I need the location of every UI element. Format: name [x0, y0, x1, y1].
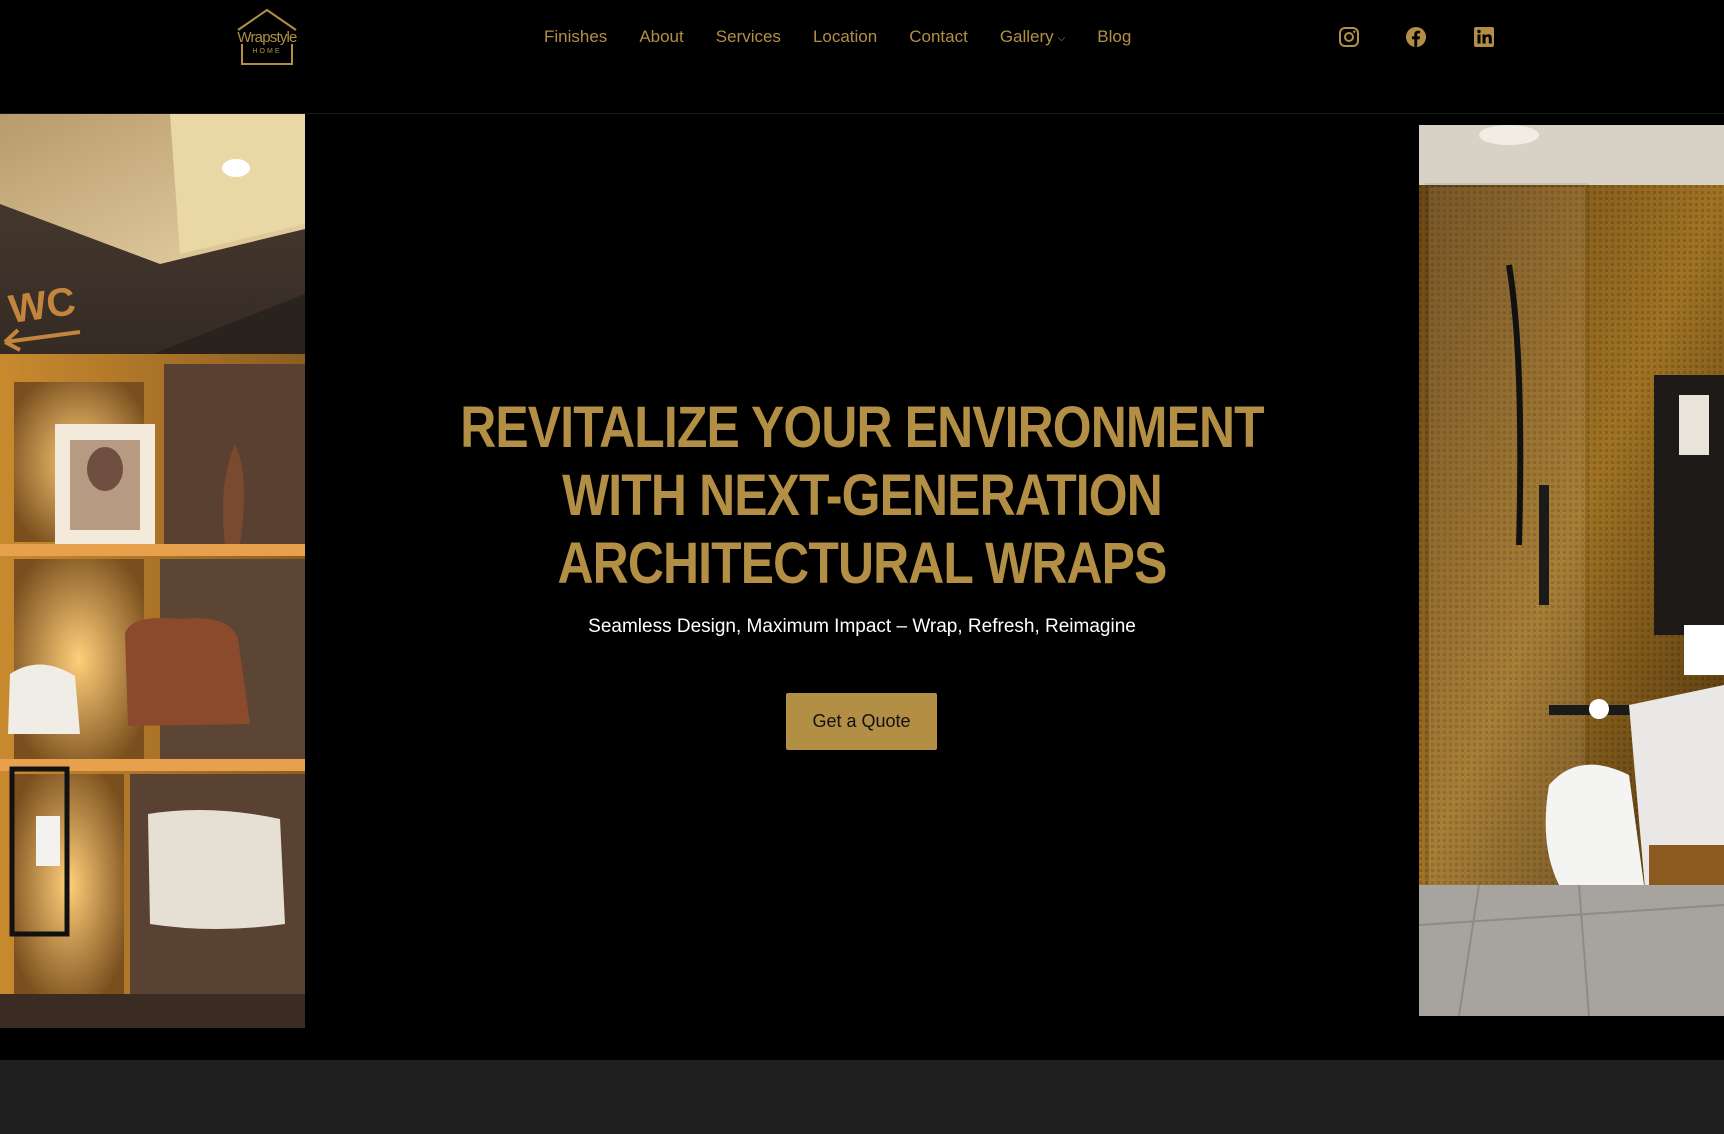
facebook-icon[interactable] — [1404, 25, 1428, 49]
next-section-band — [0, 1060, 1724, 1134]
hero-subtitle: Seamless Design, Maximum Impact – Wrap, … — [588, 616, 1136, 637]
hero-title: REVITALIZE YOUR ENVIRONMENT WITH NEXT-GE… — [458, 394, 1266, 598]
logo-wordmark: Wrapstyle — [237, 29, 297, 46]
hero-image-left: WC — [0, 114, 305, 1028]
hero-title-line1: REVITALIZE YOUR ENVIRONMENT — [460, 395, 1264, 460]
nav-gallery-label: Gallery — [999, 27, 1054, 46]
linkedin-icon[interactable] — [1472, 25, 1496, 49]
nav-location[interactable]: Location — [813, 27, 877, 47]
hero-image-right — [1419, 125, 1724, 1016]
nav-finishes[interactable]: Finishes — [544, 27, 607, 47]
nav-blog[interactable]: Blog — [1097, 27, 1131, 47]
chevron-down-icon: ⌵ — [1057, 33, 1066, 44]
nav-about[interactable]: About — [639, 27, 683, 47]
nav-services[interactable]: Services — [716, 27, 781, 47]
nav-gallery[interactable]: Gallery ⌵ — [1000, 27, 1065, 47]
hero-section: WC REVITALIZE YOUR ENVIRONMENT WITH NEXT… — [0, 114, 1724, 1060]
main-nav: Finishes About Services Location Contact… — [544, 24, 1131, 50]
nav-contact[interactable]: Contact — [909, 27, 968, 47]
get-a-quote-button[interactable]: Get a Quote — [786, 693, 937, 750]
hero-title-line3: ARCHITECTURAL WRAPS — [557, 531, 1168, 596]
brand-logo[interactable]: Wrapstyle HOME — [230, 8, 304, 66]
instagram-icon[interactable] — [1337, 25, 1361, 49]
site-header: Wrapstyle HOME Finishes About Services L… — [0, 0, 1724, 114]
hero-title-line2: WITH NEXT-GENERATION — [562, 463, 1163, 528]
logo-subtitle: HOME — [252, 48, 282, 55]
wc-sign: WC — [6, 279, 78, 332]
